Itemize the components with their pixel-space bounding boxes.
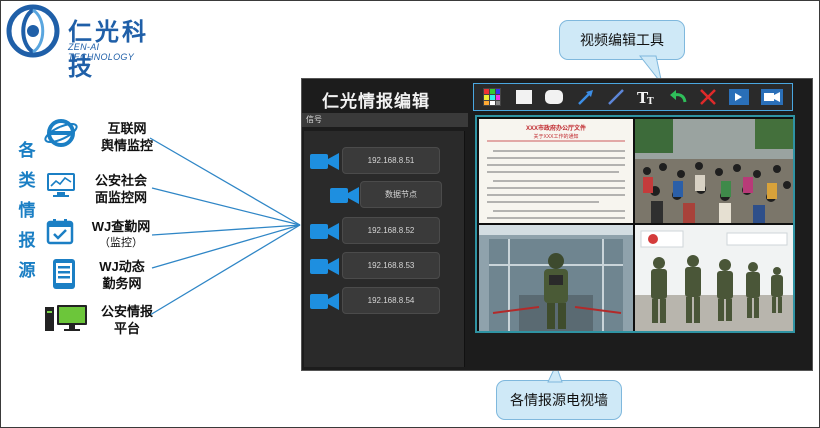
video-camera-icon [310,258,339,275]
arrow-icon[interactable] [576,87,596,107]
record-icon[interactable] [728,87,750,107]
camera-icon[interactable] [760,87,784,107]
undo-icon[interactable] [668,87,688,107]
document-text-lines [487,140,625,219]
video-camera-icon [330,187,359,204]
signal-list: 192.168.8.51 数据节点 192.168.8.52 192.168.8… [304,131,465,367]
signal-button[interactable]: 192.168.8.52 [342,217,440,244]
pen-icon[interactable] [606,87,626,107]
wall-cell-guard[interactable] [479,225,633,331]
wall-cell-crowd[interactable] [635,119,793,223]
signal-button[interactable]: 数据节点 [360,181,442,208]
crowd-scene [635,119,793,223]
signal-button[interactable]: 192.168.8.53 [342,252,440,279]
intel-editor-window: 仁光情报编辑 TT 信号 192.168.8.51 数据节点 192.168.8… [301,78,813,371]
video-camera-icon [310,293,339,310]
video-camera-icon [310,223,339,240]
patrol-scene [635,225,793,331]
video-wall: XXX市政府办公厅文件 关于XXX工作的通知 [475,115,795,333]
app-title: 仁光情报编辑 [322,92,430,111]
video-edit-toolbar: TT [473,83,793,111]
svg-text:T: T [647,97,654,107]
delete-icon[interactable] [698,87,718,107]
color-palette-icon[interactable] [482,87,502,107]
rounded-rect-icon[interactable] [544,87,564,107]
video-camera-icon [310,153,339,170]
wall-cell-patrol[interactable] [635,225,793,331]
rectangle-icon[interactable] [514,87,534,107]
wall-cell-document[interactable]: XXX市政府办公厅文件 关于XXX工作的通知 [479,119,633,223]
signal-button[interactable]: 192.168.8.51 [342,147,440,174]
text-icon[interactable]: TT [636,87,656,107]
guard-scene [479,225,633,331]
signal-list-header: 信号 [302,113,468,127]
signal-button[interactable]: 192.168.8.54 [342,287,440,314]
